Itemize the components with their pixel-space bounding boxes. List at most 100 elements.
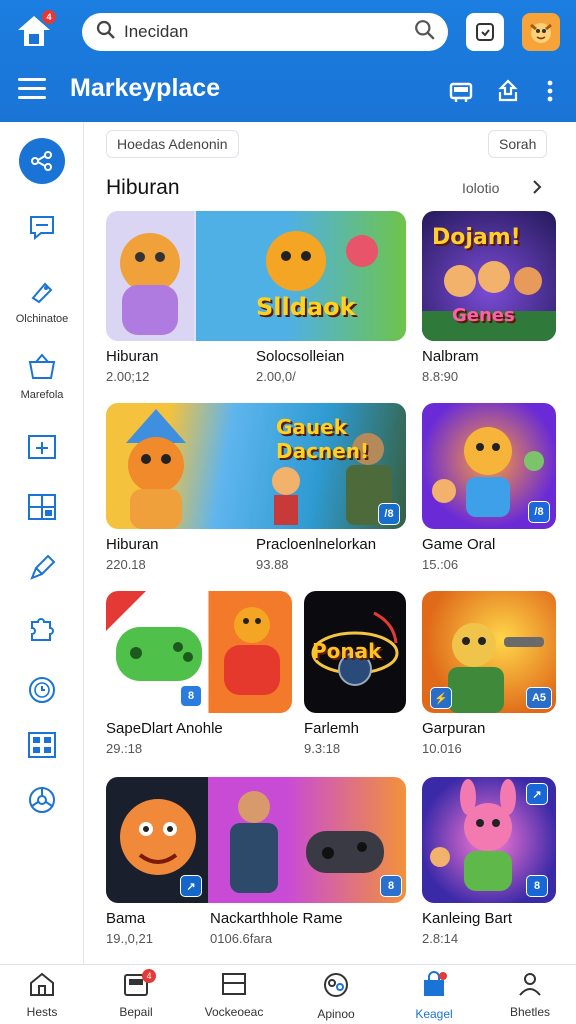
user-icon [516,971,544,1002]
nav-profile[interactable]: Bhetles [482,971,576,1019]
card-meta: 220.18 [106,557,146,572]
game-card[interactable]: /8 [422,403,556,529]
inbox-icon [476,23,494,41]
card-title: Solocsolleian [256,348,345,365]
card-title: Nalbram [422,348,479,365]
game-art-subtitle: Genes [452,305,515,326]
card-title: Hiburan [106,348,159,365]
card-meta: 19.,0,21 [106,931,153,946]
search-input[interactable]: Inecidan [82,13,448,51]
nav-apps[interactable]: Apinoo [288,971,384,1021]
rail-item-cloud[interactable] [0,614,84,651]
clock-icon [26,674,58,711]
card-meta: 2.00,0/ [256,369,296,384]
rail-item-dashboard[interactable] [0,432,84,469]
logo-badge: 4 [42,10,56,24]
avatar[interactable] [522,13,560,51]
game-card[interactable]: 8 [106,591,292,713]
card-meta: 0106.6fara [210,931,273,946]
game-thumbnail: Dojam! Genes [422,211,556,341]
network-icon [19,138,65,184]
rail-item-history[interactable] [0,674,84,713]
search-text: Inecidan [124,22,189,41]
rail-label: Olchinatoe [15,313,69,325]
see-all-link[interactable]: Iolotio [462,180,499,196]
card-badge: 8 [526,875,548,897]
card-badge: /8 [528,501,550,523]
game-card[interactable]: Slldaok [106,211,406,341]
basket-icon [26,352,58,387]
game-thumbnail: /8 [422,403,556,529]
card-title: Game Oral [422,536,496,553]
card-badge: 8 [180,685,202,707]
bag-icon [419,971,449,1004]
game-thumbnail: ⚡ A5 [422,591,556,713]
search-icon [96,20,116,45]
filter-chip[interactable]: Hoedas Adenonin [106,130,239,158]
card-badge: A5 [526,687,552,709]
section-title: Hiburan [106,176,180,199]
sort-chip[interactable]: Sorah [488,130,548,158]
card-title: Farlemh [304,720,360,737]
rail-item-apps[interactable] [0,730,84,767]
game-art-title: Gauek Dacnen! [276,415,370,463]
more-icon[interactable] [535,76,565,106]
game-card[interactable]: Dojam! Genes [422,211,556,341]
card-title: Pracloenlnelorkan [256,536,377,553]
card-badge: /8 [378,503,400,525]
card-meta: 15.:06 [422,557,459,572]
card-meta: 29.:18 [106,741,143,756]
game-thumbnail: Slldaok [106,211,406,341]
bottom-navigation: Hests 4 Bepail Vockeoeac Apinoo Keagel B… [0,964,576,1024]
card-title: SapeDlart Anohle [106,720,223,737]
share-icon[interactable] [493,76,523,106]
puzzle-icon [26,614,58,649]
nav-home[interactable]: Hests [0,971,90,1019]
rail-item-grid[interactable] [0,492,84,529]
card-badge: 8 [380,875,402,897]
main-content: Hoedas Adenonin Sorah Hiburan Iolotio Sl… [84,122,576,964]
top-app-bar: 4 Inecidan Markeyplace [0,0,576,122]
card-badge-left: ⚡ [430,687,452,709]
game-card[interactable]: Gauek Dacnen! /8 [106,403,406,529]
rail-item-cart[interactable]: Marefola [0,352,84,401]
game-card[interactable]: ⚡ A5 [422,591,556,713]
game-thumbnail: ↗ 8 [106,777,406,903]
game-art-title: Slldaok [256,293,356,321]
card-meta: 8.8:90 [422,369,459,384]
game-art-title: Ponak [312,639,382,663]
card-title: Nackarthhole Rame [210,910,343,927]
card-meta: 2.8:14 [422,931,459,946]
game-card[interactable]: ↗ 8 [106,777,406,903]
gamepad-icon [321,971,351,1004]
side-rail: Olchinatoe Marefola [0,122,84,964]
settings-icon [26,784,58,821]
rail-item-collections[interactable]: Olchinatoe [0,276,84,325]
app-logo-icon[interactable]: 4 [14,10,56,52]
page-title: Markeyplace [70,74,221,102]
nav-marketplace[interactable]: Keagel [386,971,482,1021]
rail-item-settings[interactable] [0,784,84,823]
game-thumbnail: 8 [106,591,292,713]
rail-item-explore[interactable] [0,138,84,186]
card-meta: 2.00;12 [106,369,150,384]
search-submit-icon[interactable] [414,19,436,46]
game-art-title: Dojam! [432,225,521,250]
nav-orders[interactable]: 4 Bepail [88,969,184,1019]
notification-button[interactable] [466,13,504,51]
game-card[interactable]: ↗ 8 [422,777,556,903]
chevron-right-icon[interactable] [530,178,544,201]
chat-icon [27,212,57,247]
nav-vouchers[interactable]: Vockeoeac [186,971,282,1019]
pen-icon [26,552,58,589]
card-badge-top: ↗ [526,783,548,805]
rail-item-tools[interactable] [0,552,84,591]
store-icon[interactable] [446,76,476,106]
rail-item-messages[interactable] [0,212,84,249]
card-title: Hiburan [106,536,159,553]
menu-icon[interactable] [18,78,46,102]
card-badge-left: ↗ [180,875,202,897]
game-card[interactable]: Ponak [304,591,406,713]
nav-badge: 4 [142,969,156,983]
home-icon [28,971,56,1002]
